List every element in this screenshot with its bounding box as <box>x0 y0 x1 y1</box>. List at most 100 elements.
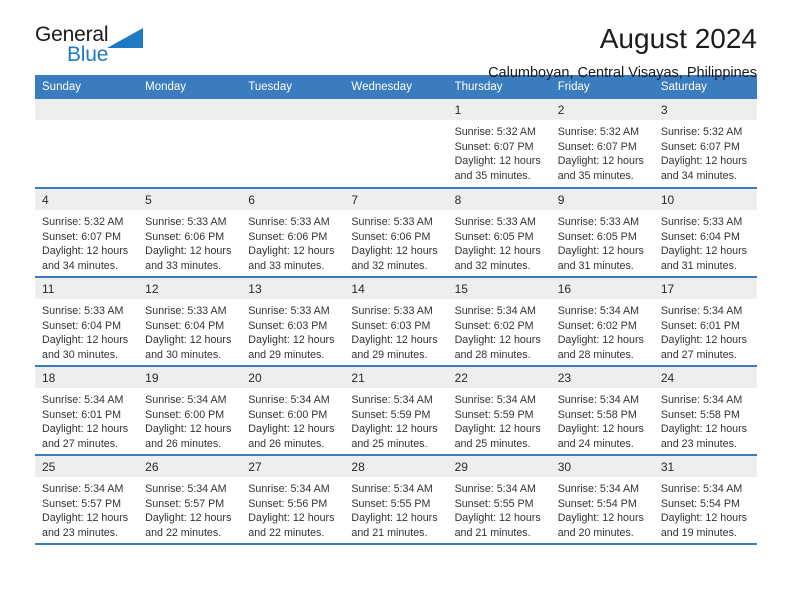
day-details: Sunrise: 5:33 AM Sunset: 6:04 PM Daylight:… <box>138 299 242 365</box>
day-details: Sunrise: 5:34 AM Sunset: 6:02 PM Daylight:… <box>550 299 654 365</box>
day-number: 9 <box>550 189 654 210</box>
day-detail-daylight2: and 27 minutes. <box>660 348 737 361</box>
day-detail-daylight1: Daylight: 12 hours <box>454 245 541 258</box>
calendar-day-cell[interactable]: 4 Sunrise: 5:32 AM Sunset: 6:07 PM Daylight… <box>35 188 139 278</box>
day-detail-daylight1: Daylight: 12 hours <box>145 245 232 258</box>
calendar-day-cell[interactable]: 20 Sunrise: 5:34 AM Sunset: 6:00 PM Dayligh… <box>241 366 345 456</box>
day-number: 8 <box>447 189 551 210</box>
day-detail-sunrise: Sunrise: 5:33 AM <box>145 305 227 317</box>
day-detail-sunset: Sunset: 5:59 PM <box>351 408 431 421</box>
calendar-week-row: 18 Sunrise: 5:34 AM Sunset: 6:01 PM Dayligh… <box>35 366 757 456</box>
day-detail-sunrise: Sunrise: 5:34 AM <box>660 394 743 406</box>
calendar-day-cell[interactable]: 22 Sunrise: 5:34 AM Sunset: 5:59 PM Dayligh… <box>447 366 551 456</box>
day-detail-daylight2: and 27 minutes. <box>42 437 119 450</box>
day-detail-daylight1: Daylight: 12 hours <box>660 245 747 258</box>
day-details: Sunrise: 5:34 AM Sunset: 6:01 PM Daylight:… <box>35 388 139 454</box>
day-detail-sunset: Sunset: 6:05 PM <box>557 230 637 243</box>
day-detail-daylight2: and 33 minutes. <box>145 259 222 272</box>
calendar-day-cell[interactable]: 18 Sunrise: 5:34 AM Sunset: 6:01 PM Dayligh… <box>35 366 139 456</box>
calendar-day-cell[interactable]: 14 Sunrise: 5:33 AM Sunset: 6:03 PM Dayligh… <box>344 277 448 367</box>
calendar-day-cell[interactable]: 5 Sunrise: 5:33 AM Sunset: 6:06 PM Daylight… <box>138 188 242 278</box>
day-detail-sunrise: Sunrise: 5:34 AM <box>454 394 536 406</box>
calendar-day-cell[interactable]: 30 Sunrise: 5:34 AM Sunset: 5:54 PM Dayligh… <box>550 455 654 545</box>
day-detail-sunset: Sunset: 5:54 PM <box>660 497 740 510</box>
calendar-day-cell[interactable]: 8 Sunrise: 5:33 AM Sunset: 6:05 PM Daylight… <box>447 188 551 278</box>
day-detail-sunset: Sunset: 6:06 PM <box>248 230 328 243</box>
day-detail-daylight2: and 32 minutes. <box>454 259 531 272</box>
calendar-body: 1 Sunrise: 5:32 AM Sunset: 6:07 PM Daylight… <box>35 99 757 545</box>
day-number: 20 <box>241 367 345 388</box>
day-detail-sunrise: Sunrise: 5:33 AM <box>660 216 743 228</box>
day-detail-sunrise: Sunrise: 5:33 AM <box>351 216 433 228</box>
day-detail-daylight1: Daylight: 12 hours <box>42 245 129 258</box>
calendar-day-cell[interactable]: 15 Sunrise: 5:34 AM Sunset: 6:02 PM Dayligh… <box>447 277 551 367</box>
day-detail-daylight2: and 20 minutes. <box>557 526 634 539</box>
day-detail-sunrise: Sunrise: 5:34 AM <box>454 483 536 495</box>
calendar-day-cell[interactable]: 3 Sunrise: 5:32 AM Sunset: 6:07 PM Daylight… <box>653 99 757 189</box>
calendar-grid: Sunday Monday Tuesday Wednesday Thursday… <box>35 75 757 545</box>
day-detail-daylight1: Daylight: 12 hours <box>145 334 232 347</box>
day-detail-daylight2: and 23 minutes. <box>660 437 737 450</box>
day-number: 5 <box>138 189 242 210</box>
day-number <box>241 99 345 120</box>
calendar-day-cell[interactable]: 11 Sunrise: 5:33 AM Sunset: 6:04 PM Dayligh… <box>35 277 139 367</box>
calendar-day-cell[interactable]: 1 Sunrise: 5:32 AM Sunset: 6:07 PM Daylight… <box>447 99 551 189</box>
brand-logo[interactable]: General Blue <box>35 24 225 74</box>
calendar-day-cell[interactable]: 10 Sunrise: 5:33 AM Sunset: 6:04 PM Dayligh… <box>653 188 757 278</box>
calendar-day-cell[interactable]: 2 Sunrise: 5:32 AM Sunset: 6:07 PM Daylight… <box>550 99 654 189</box>
calendar-day-cell[interactable]: 9 Sunrise: 5:33 AM Sunset: 6:05 PM Daylight… <box>550 188 654 278</box>
day-detail-sunrise: Sunrise: 5:34 AM <box>42 483 124 495</box>
day-detail-sunset: Sunset: 6:00 PM <box>248 408 328 421</box>
day-detail-daylight2: and 28 minutes. <box>454 348 531 361</box>
calendar-day-cell[interactable]: 7 Sunrise: 5:33 AM Sunset: 6:06 PM Daylight… <box>344 188 448 278</box>
day-number: 12 <box>138 278 242 299</box>
calendar-day-cell[interactable]: 31 Sunrise: 5:34 AM Sunset: 5:54 PM Dayligh… <box>653 455 757 545</box>
day-details: Sunrise: 5:34 AM Sunset: 5:58 PM Daylight:… <box>653 388 757 454</box>
day-detail-daylight1: Daylight: 12 hours <box>248 512 335 525</box>
day-detail-sunset: Sunset: 6:03 PM <box>351 319 431 332</box>
day-detail-sunrise: Sunrise: 5:34 AM <box>145 483 227 495</box>
calendar-day-cell[interactable]: 23 Sunrise: 5:34 AM Sunset: 5:58 PM Dayligh… <box>550 366 654 456</box>
day-detail-sunset: Sunset: 5:54 PM <box>557 497 637 510</box>
day-detail-sunrise: Sunrise: 5:34 AM <box>557 305 640 317</box>
calendar-day-cell[interactable]: 27 Sunrise: 5:34 AM Sunset: 5:56 PM Dayligh… <box>241 455 345 545</box>
day-detail-daylight1: Daylight: 12 hours <box>248 423 335 436</box>
day-detail-sunrise: Sunrise: 5:33 AM <box>351 305 433 317</box>
day-detail-daylight2: and 24 minutes. <box>557 437 634 450</box>
day-number: 21 <box>344 367 448 388</box>
calendar-day-cell[interactable]: 21 Sunrise: 5:34 AM Sunset: 5:59 PM Dayligh… <box>344 366 448 456</box>
day-detail-sunrise: Sunrise: 5:34 AM <box>557 394 640 406</box>
calendar-week-row: 1 Sunrise: 5:32 AM Sunset: 6:07 PM Daylight… <box>35 99 757 189</box>
day-details: Sunrise: 5:34 AM Sunset: 5:55 PM Daylight:… <box>344 477 448 543</box>
calendar-day-cell[interactable]: 24 Sunrise: 5:34 AM Sunset: 5:58 PM Dayligh… <box>653 366 757 456</box>
day-detail-daylight2: and 29 minutes. <box>248 348 325 361</box>
calendar-day-cell[interactable]: 26 Sunrise: 5:34 AM Sunset: 5:57 PM Dayligh… <box>138 455 242 545</box>
day-detail-daylight2: and 25 minutes. <box>454 437 531 450</box>
calendar-day-cell[interactable]: 17 Sunrise: 5:34 AM Sunset: 6:01 PM Dayligh… <box>653 277 757 367</box>
calendar-day-cell[interactable]: 28 Sunrise: 5:34 AM Sunset: 5:55 PM Dayligh… <box>344 455 448 545</box>
day-detail-sunrise: Sunrise: 5:34 AM <box>145 394 227 406</box>
day-detail-sunset: Sunset: 6:03 PM <box>248 319 328 332</box>
day-detail-daylight2: and 25 minutes. <box>351 437 428 450</box>
day-number <box>138 99 242 120</box>
day-number: 26 <box>138 456 242 477</box>
day-details: Sunrise: 5:32 AM Sunset: 6:07 PM Daylight:… <box>35 210 139 276</box>
calendar-day-cell[interactable]: 19 Sunrise: 5:34 AM Sunset: 6:00 PM Dayligh… <box>138 366 242 456</box>
day-number: 17 <box>653 278 757 299</box>
day-detail-daylight1: Daylight: 12 hours <box>557 155 644 168</box>
day-detail-daylight2: and 32 minutes. <box>351 259 428 272</box>
day-detail-sunrise: Sunrise: 5:34 AM <box>351 483 433 495</box>
day-detail-sunset: Sunset: 5:57 PM <box>145 497 225 510</box>
day-details <box>344 120 448 186</box>
day-detail-daylight2: and 33 minutes. <box>248 259 325 272</box>
calendar-day-cell[interactable]: 13 Sunrise: 5:33 AM Sunset: 6:03 PM Dayligh… <box>241 277 345 367</box>
day-details: Sunrise: 5:32 AM Sunset: 6:07 PM Daylight:… <box>653 120 757 186</box>
day-detail-daylight1: Daylight: 12 hours <box>42 423 129 436</box>
calendar-day-cell[interactable]: 25 Sunrise: 5:34 AM Sunset: 5:57 PM Dayligh… <box>35 455 139 545</box>
calendar-day-cell[interactable]: 12 Sunrise: 5:33 AM Sunset: 6:04 PM Dayligh… <box>138 277 242 367</box>
calendar-day-cell[interactable]: 29 Sunrise: 5:34 AM Sunset: 5:55 PM Dayligh… <box>447 455 551 545</box>
day-detail-daylight1: Daylight: 12 hours <box>351 334 438 347</box>
calendar-day-cell[interactable]: 6 Sunrise: 5:33 AM Sunset: 6:06 PM Daylight… <box>241 188 345 278</box>
calendar-day-cell[interactable]: 16 Sunrise: 5:34 AM Sunset: 6:02 PM Dayligh… <box>550 277 654 367</box>
day-detail-sunrise: Sunrise: 5:32 AM <box>557 126 640 138</box>
